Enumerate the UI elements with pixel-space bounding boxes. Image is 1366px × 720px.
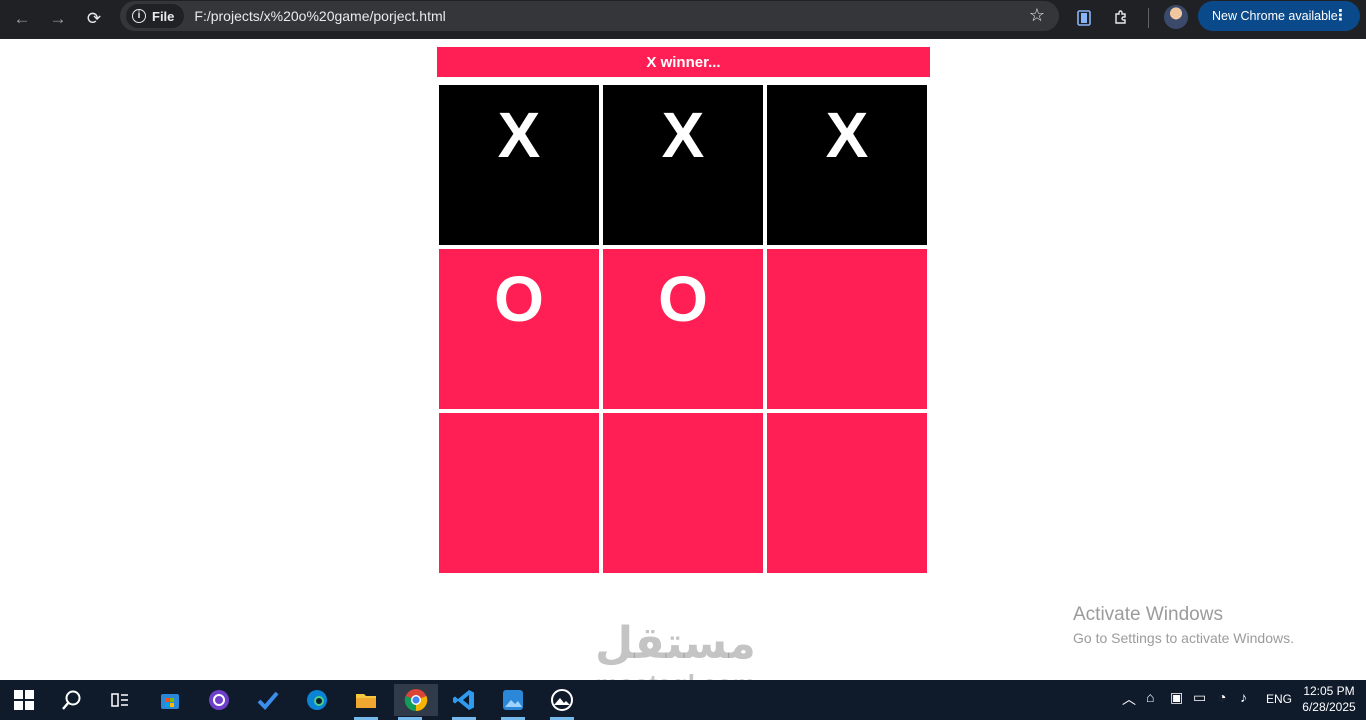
windows-taskbar: ︿ ⌂ ▣ ▭ ◔ ♪ ENG 12:05 PM 6/28/2025: [0, 680, 1366, 720]
extensions-puzzle-icon[interactable]: [1109, 6, 1133, 30]
board-cell-7[interactable]: [439, 413, 599, 573]
back-button[interactable]: ←: [9, 6, 35, 32]
url-text[interactable]: F:/projects/x%20o%20game/porject.html: [194, 8, 445, 24]
browser-toolbar: ← → ⟳ i File F:/projects/x%20o%20game/po…: [0, 0, 1366, 39]
snipping-tool-app[interactable]: [546, 684, 578, 720]
clock-date: 6/28/2025: [1302, 700, 1356, 714]
edge-icon: [307, 690, 327, 710]
board-cell-4[interactable]: O: [439, 249, 599, 409]
image-icon: [503, 690, 523, 710]
profile-avatar[interactable]: [1164, 5, 1188, 29]
activate-windows-title: Activate Windows: [1073, 604, 1223, 625]
chevron-up-icon[interactable]: ︿: [1122, 689, 1136, 709]
start-button[interactable]: [8, 684, 40, 716]
toolbar-divider: [1148, 8, 1149, 28]
menu-kebab-icon[interactable]: ⋮: [1333, 6, 1348, 24]
board-cell-5[interactable]: O: [603, 249, 763, 409]
board-cell-3[interactable]: X: [767, 85, 927, 245]
board-cell-6[interactable]: [767, 249, 927, 409]
battery-icon[interactable]: ▭: [1193, 689, 1206, 706]
activate-windows-subtitle: Go to Settings to activate Windows.: [1073, 630, 1294, 646]
wifi-icon[interactable]: ◔: [1218, 689, 1226, 705]
photos-app[interactable]: [497, 684, 529, 720]
windows-logo-icon: [14, 690, 34, 710]
task-view-icon: [111, 693, 128, 707]
site-info-chip[interactable]: i File: [126, 4, 185, 28]
game-status-bar: X winner...: [437, 47, 930, 77]
github-desktop-app[interactable]: [203, 684, 235, 716]
game-status-text: X winner...: [646, 53, 721, 71]
board-cell-1[interactable]: X: [439, 85, 599, 245]
task-view-button[interactable]: [104, 684, 136, 716]
bookmark-star-icon[interactable]: ☆: [1029, 5, 1045, 26]
clock-time: 12:05 PM: [1303, 684, 1355, 698]
github-icon: [209, 690, 229, 710]
taskbar-clock[interactable]: 12:05 PM 6/28/2025: [1297, 683, 1361, 715]
forward-button[interactable]: →: [45, 6, 71, 32]
checkmark-icon: [257, 691, 279, 710]
activate-windows-watermark: Activate Windows Go to Settings to activ…: [1073, 604, 1294, 646]
board-cell-9[interactable]: [767, 413, 927, 573]
new-chrome-available-button[interactable]: New Chrome available ⋮: [1198, 1, 1360, 31]
mountain-icon: [551, 689, 573, 711]
vscode-icon: [453, 690, 474, 710]
chrome-app[interactable]: [394, 684, 438, 720]
address-bar[interactable]: i File F:/projects/x%20o%20game/porject.…: [120, 1, 1059, 31]
edge-browser-app[interactable]: [301, 684, 333, 716]
search-button[interactable]: [56, 684, 88, 716]
reload-button[interactable]: ⟳: [81, 6, 107, 32]
arrow-right-icon: →: [49, 9, 67, 28]
arrow-left-icon: ←: [13, 9, 31, 28]
search-icon: [62, 690, 81, 710]
microsoft-store-app[interactable]: [154, 684, 186, 716]
security-icon[interactable]: ▣: [1170, 689, 1183, 706]
info-icon: i: [132, 9, 146, 23]
tic-tac-toe-board: X X X O O: [439, 85, 928, 574]
board-cell-8[interactable]: [603, 413, 763, 573]
chrome-icon: [404, 689, 428, 712]
reload-icon: ⟳: [86, 9, 102, 28]
update-label: New Chrome available: [1212, 9, 1338, 23]
board-cell-2[interactable]: X: [603, 85, 763, 245]
site-chip-label: File: [152, 8, 175, 24]
todo-app[interactable]: [252, 684, 284, 716]
meet-now-icon[interactable]: ⌂: [1146, 689, 1154, 705]
folder-icon: [356, 694, 376, 708]
language-indicator[interactable]: ENG: [1266, 692, 1292, 706]
mostaql-arabic-text: مستقل: [595, 618, 756, 669]
file-explorer-app[interactable]: [350, 684, 382, 720]
reading-list-icon[interactable]: [1072, 6, 1096, 30]
volume-icon[interactable]: ♪: [1240, 689, 1247, 705]
store-icon: [161, 694, 179, 709]
vscode-app[interactable]: [448, 684, 480, 720]
